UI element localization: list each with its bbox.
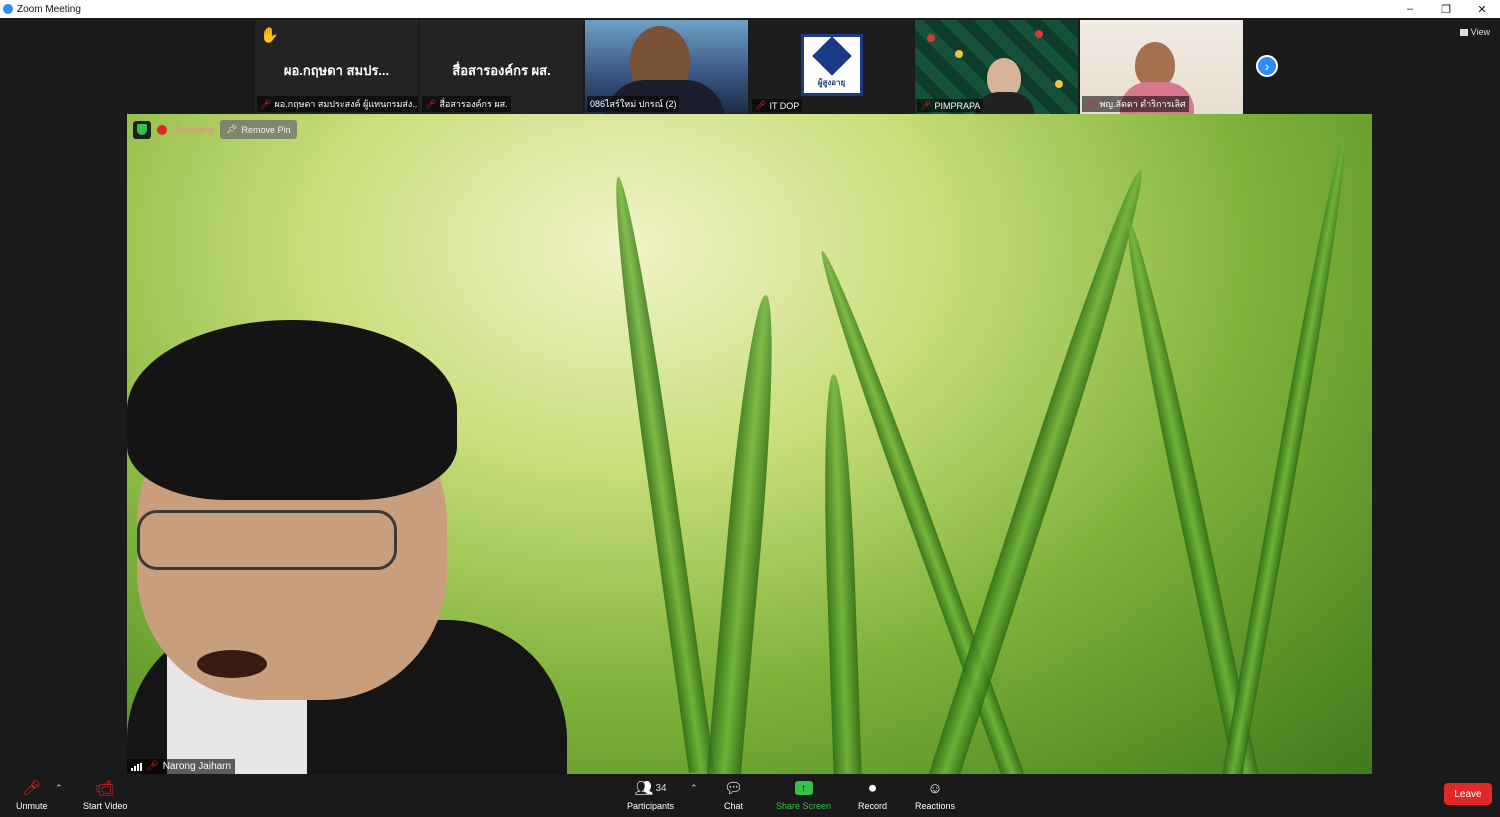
- participant-name: PIMPRAPA: [934, 100, 981, 111]
- unmute-button[interactable]: 🎤︎ Unmute: [16, 778, 48, 811]
- participant-caption: 🎤︎ พญ.ลัดดา ดำริการเลิศ: [1082, 96, 1189, 112]
- muted-mic-icon: 🎤︎: [920, 100, 932, 110]
- reactions-smiley-icon: ☺︎: [927, 779, 943, 797]
- grid-view-icon: [1459, 28, 1468, 36]
- background-grass: [1219, 137, 1355, 774]
- window-controls: – ❐ ✕: [1392, 0, 1500, 18]
- participant-caption: 🎤︎ IT DOP: [752, 99, 803, 112]
- background-grass: [605, 175, 715, 773]
- meeting-area: ✋ ผอ.กฤษดา สมปร... 🎤︎ ผอ.กฤษดา สมประสงค์…: [0, 18, 1500, 775]
- reactions-button[interactable]: ☺︎ Reactions: [915, 778, 956, 812]
- participant-caption: 🎤︎ ผอ.กฤษดา สมประสงค์ ผู้แทนกรมส่ง...: [257, 96, 418, 112]
- ornament-icon: [1055, 80, 1063, 88]
- speaker-person: [127, 320, 567, 774]
- participant-caption: 🎤︎ PIMPRAPA: [917, 99, 984, 112]
- muted-microphone-icon: 🎤︎: [22, 780, 42, 797]
- muted-mic-icon: 🎤︎: [425, 98, 437, 109]
- audio-options-caret-icon[interactable]: ⌃: [55, 783, 63, 794]
- view-label: View: [1470, 27, 1490, 37]
- participant-name: IT DOP: [769, 100, 800, 111]
- record-button[interactable]: ⏺︎ Record: [858, 778, 888, 812]
- logo-text: ผู้สูงอายุ: [817, 77, 846, 87]
- participants-icon: 👥︎ 34: [634, 780, 667, 797]
- speaker-name-label: 🎤︎ Narong Jaiharn: [127, 759, 236, 774]
- security-shield-icon[interactable]: [133, 120, 151, 139]
- start-video-label: Start Video: [83, 801, 128, 811]
- background-grass: [928, 165, 1156, 774]
- muted-mic-icon: 🎤︎: [1085, 98, 1097, 109]
- participant-name: 086ไสร์ใหม่ ปกรณ์ (2): [590, 99, 677, 109]
- participant-tile[interactable]: สื่อสารองค์กร ผส. 🎤︎ สื่อสารองค์กร ผส.: [420, 20, 583, 114]
- participants-count: 34: [655, 782, 667, 794]
- chat-button[interactable]: 💬︎ Chat: [724, 778, 743, 811]
- share-screen-icon: ↑: [794, 778, 813, 798]
- gallery-next-page-icon[interactable]: ›: [1256, 55, 1278, 77]
- chat-bubble-icon: 💬︎: [724, 780, 744, 797]
- minimize-button[interactable]: –: [1392, 0, 1428, 18]
- muted-mic-icon: 🎤︎: [146, 761, 159, 772]
- ornament-icon: [1035, 30, 1043, 38]
- participant-tile[interactable]: 🎤︎ PIMPRAPA: [915, 20, 1078, 114]
- participant-name: พญ.ลัดดา ดำริการเลิศ: [1099, 99, 1186, 109]
- stage-overlay: Recording 📌︎ Remove Pin: [133, 120, 297, 139]
- background-grass: [819, 373, 863, 774]
- share-screen-button[interactable]: ↑ Share Screen: [776, 778, 831, 811]
- participant-caption: 086ไสร์ใหม่ ปกรณ์ (2): [587, 96, 680, 112]
- recording-dot-icon: [157, 124, 167, 135]
- zoom-app-icon: [3, 4, 13, 14]
- video-off-icon: 📹︎: [95, 780, 115, 797]
- title-bar: Zoom Meeting – ❐ ✕: [0, 0, 1500, 18]
- muted-mic-icon: 🎤︎: [260, 98, 272, 109]
- participant-name: สื่อสารองค์กร ผส.: [439, 99, 508, 109]
- background-grass: [705, 293, 783, 774]
- record-label: Record: [858, 801, 888, 811]
- speaker-hair: [127, 320, 457, 500]
- participant-body: [975, 92, 1035, 114]
- raised-hand-icon: ✋: [260, 27, 279, 44]
- connection-signal-icon: [131, 762, 142, 771]
- restore-button[interactable]: ❐: [1428, 0, 1464, 18]
- ornament-icon: [955, 50, 963, 58]
- leave-button[interactable]: Leave: [1444, 783, 1492, 805]
- window-title: Zoom Meeting: [17, 3, 81, 15]
- start-video-button[interactable]: 📹︎ Start Video: [83, 778, 127, 811]
- close-button[interactable]: ✕: [1464, 0, 1500, 18]
- chat-label: Chat: [724, 801, 744, 811]
- speaker-glasses: [137, 510, 397, 570]
- participants-label: Participants: [627, 801, 675, 811]
- participant-tile[interactable]: 🎤︎ พญ.ลัดดา ดำริการเลิศ: [1080, 20, 1243, 114]
- gallery-strip: ✋ ผอ.กฤษดา สมปร... 🎤︎ ผอ.กฤษดา สมประสงค์…: [255, 20, 1243, 114]
- participant-tile[interactable]: 086ไสร์ใหม่ ปกรณ์ (2): [585, 20, 748, 114]
- active-speaker-video: Recording 📌︎ Remove Pin 🎤︎ Narong Jaihar…: [127, 114, 1372, 774]
- organization-logo: ผู้สูงอายุ: [800, 34, 863, 96]
- view-button[interactable]: View: [1459, 27, 1490, 37]
- participant-tile[interactable]: ✋ ผอ.กฤษดา สมปร... 🎤︎ ผอ.กฤษดา สมประสงค์…: [255, 20, 418, 114]
- pin-icon: 📌︎: [226, 124, 238, 134]
- muted-mic-icon: 🎤︎: [755, 100, 767, 110]
- recording-label: Recording: [173, 124, 215, 135]
- record-icon: ⏺︎: [868, 779, 877, 797]
- participant-name: ผอ.กฤษดา สมประสงค์ ผู้แทนกรมส่ง...: [274, 99, 418, 109]
- meeting-toolbar: 🎤︎ Unmute ⌃ 📹︎ Start Video 👥︎ 34 Particip…: [0, 775, 1500, 817]
- participants-caret-icon[interactable]: ⌃: [690, 783, 698, 794]
- participant-display-name: ผอ.กฤษดา สมปร...: [283, 63, 390, 78]
- speaker-mouth: [197, 650, 267, 678]
- ornament-icon: [927, 34, 935, 42]
- share-screen-label: Share Screen: [776, 801, 832, 811]
- participant-display-name: สื่อสารองค์กร ผส.: [452, 63, 551, 78]
- reactions-label: Reactions: [915, 801, 956, 811]
- participants-button[interactable]: 👥︎ 34 Participants: [627, 778, 674, 811]
- participant-tile[interactable]: ผู้สูงอายุ 🎤︎ IT DOP: [750, 20, 913, 114]
- speaker-name: Narong Jaiharn: [162, 761, 232, 772]
- remove-pin-button[interactable]: 📌︎ Remove Pin: [220, 120, 297, 139]
- unmute-label: Unmute: [16, 801, 48, 811]
- logo-diamond-icon: [811, 35, 852, 76]
- participant-caption: 🎤︎ สื่อสารองค์กร ผส.: [422, 96, 511, 112]
- remove-pin-label: Remove Pin: [241, 124, 291, 135]
